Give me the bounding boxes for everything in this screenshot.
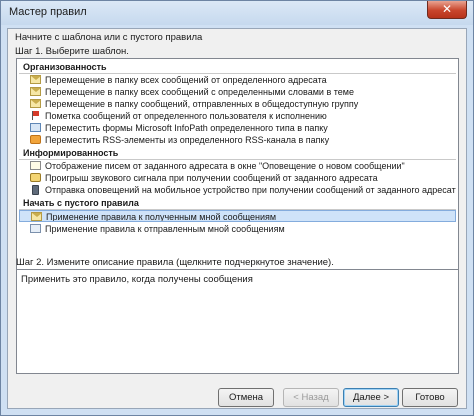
send-icon: [30, 224, 41, 233]
back-button[interactable]: < Назад: [283, 388, 339, 407]
title-bar[interactable]: Мастер правил ✕: [1, 1, 473, 25]
rule-description-box[interactable]: Применить это правило, когда получены со…: [16, 269, 459, 374]
template-item-move-infopath[interactable]: Переместить формы Microsoft InfoPath опр…: [19, 122, 456, 134]
template-item-new-mail-alert[interactable]: Отображение писем от заданного адресата …: [19, 160, 456, 172]
group-header-informed: Информированность: [19, 147, 456, 160]
template-item-label: Отправка оповещений на мобильное устройс…: [45, 185, 456, 195]
rule-description-text: Применить это правило, когда получены со…: [21, 274, 253, 285]
template-item-label: Переместить RSS-элементы из определенног…: [45, 135, 330, 145]
template-item-move-rss[interactable]: Переместить RSS-элементы из определенног…: [19, 134, 456, 146]
template-item-flag-from-user[interactable]: Пометка сообщений от определенного польз…: [19, 110, 456, 122]
template-item-apply-sent[interactable]: Применение правила к отправленным мной с…: [19, 223, 456, 235]
group-header-blank: Начать с пустого правила: [19, 197, 456, 210]
close-button[interactable]: ✕: [427, 1, 467, 19]
dialog-body: Начните с шаблона или с пустого правила …: [7, 28, 467, 409]
window-title: Мастер правил: [9, 6, 87, 18]
template-item-play-sound[interactable]: Проигрыш звукового сигнала при получении…: [19, 172, 456, 184]
step2-label: Шаг 2. Измените описание правила (щелкни…: [16, 257, 334, 268]
alert-window-icon: [30, 161, 41, 170]
envelope-icon: [30, 75, 41, 84]
template-item-label: Применение правила к отправленным мной с…: [45, 224, 285, 234]
step1-label: Шаг 1. Выберите шаблон.: [15, 46, 129, 57]
next-button[interactable]: Далее >: [343, 388, 399, 407]
envelope-icon: [31, 212, 42, 221]
template-item-apply-received[interactable]: Применение правила к полученным мной соо…: [19, 210, 456, 222]
rss-icon: [30, 135, 41, 144]
finish-button[interactable]: Готово: [402, 388, 458, 407]
template-item-mobile-alert[interactable]: Отправка оповещений на мобильное устройс…: [19, 184, 456, 196]
template-item-label: Перемещение в папку всех сообщений от оп…: [45, 75, 327, 85]
template-list[interactable]: Организованность Перемещение в папку все…: [16, 58, 459, 276]
rules-wizard-window: Мастер правил ✕ Начните с шаблона или с …: [0, 0, 474, 416]
template-item-label: Проигрыш звукового сигнала при получении…: [45, 173, 378, 183]
template-item-label: Перемещение в папку всех сообщений с опр…: [45, 87, 354, 97]
envelope-icon: [30, 87, 41, 96]
flag-icon: [30, 111, 41, 120]
template-item-move-public-group[interactable]: Перемещение в папку сообщений, отправлен…: [19, 98, 456, 110]
cancel-button[interactable]: Отмена: [218, 388, 274, 407]
group-header-organized: Организованность: [19, 61, 456, 74]
template-item-label: Пометка сообщений от определенного польз…: [45, 111, 327, 121]
template-item-move-with-words[interactable]: Перемещение в папку всех сообщений с опр…: [19, 86, 456, 98]
form-icon: [30, 123, 41, 132]
intro-text: Начните с шаблона или с пустого правила: [15, 32, 203, 43]
template-item-label: Перемещение в папку сообщений, отправлен…: [45, 99, 359, 109]
sound-icon: [30, 173, 41, 182]
mobile-icon: [32, 185, 39, 195]
template-item-label: Отображение писем от заданного адресата …: [45, 161, 405, 171]
template-item-move-from-sender[interactable]: Перемещение в папку всех сообщений от оп…: [19, 74, 456, 86]
envelope-icon: [30, 99, 41, 108]
template-item-label: Переместить формы Microsoft InfoPath опр…: [45, 123, 328, 133]
template-item-label: Применение правила к полученным мной соо…: [46, 212, 277, 222]
